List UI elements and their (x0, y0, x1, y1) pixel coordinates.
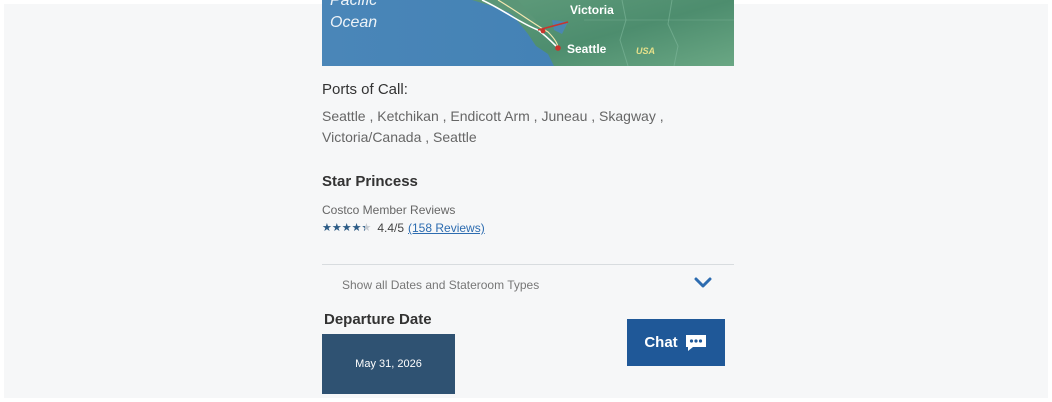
chat-bubble-icon (685, 334, 706, 351)
rating-value: 4.4/5 (377, 221, 405, 235)
departure-date-heading: Departure Date (324, 311, 432, 328)
member-reviews-label: Costco Member Reviews (322, 203, 456, 217)
ports-of-call-heading: Ports of Call: (322, 81, 408, 98)
city-label-victoria: Victoria (570, 3, 614, 17)
ship-name: Star Princess (322, 173, 418, 190)
country-label: USA (636, 46, 656, 56)
reviews-count-link[interactable]: (158 Reviews) (408, 221, 485, 235)
chat-button[interactable]: Chat (627, 319, 725, 366)
section-divider (322, 264, 734, 265)
map-graphic (322, 0, 734, 66)
ocean-label-line-1: Pacific (330, 0, 378, 9)
departure-date-option[interactable]: May 31, 2026 (322, 334, 455, 394)
ocean-label-line-2: Ocean (330, 14, 378, 31)
rating-row: ★★★★★ ★★★★★ 4.4/5 (158 Reviews) (322, 220, 485, 236)
itinerary-map: Pacific Ocean Victoria Seattle USA (322, 0, 734, 66)
ports-of-call-list: Seattle , Ketchikan , Endicott Arm , Jun… (322, 108, 664, 145)
show-all-dates-label: Show all Dates and Stateroom Types (342, 278, 540, 292)
star-rating-icon: ★★★★★ ★★★★★ (322, 222, 372, 234)
show-all-dates-toggle[interactable]: Show all Dates and Stateroom Types (322, 266, 734, 302)
chevron-down-icon (694, 277, 712, 288)
chat-button-label: Chat (644, 334, 678, 351)
city-label-seattle: Seattle (567, 42, 607, 56)
star-rating-fill: ★★★★★ (322, 222, 365, 234)
page-bottom-edge (0, 398, 1052, 402)
